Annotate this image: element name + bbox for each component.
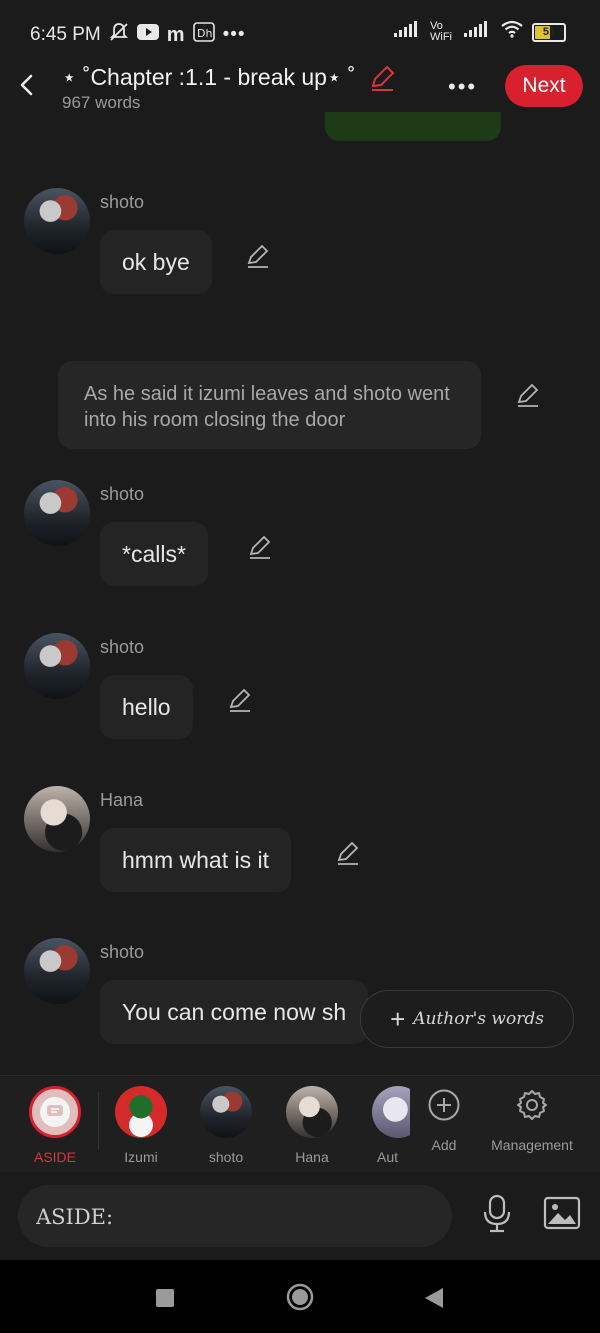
edit-message-icon[interactable] bbox=[335, 840, 361, 866]
avatar bbox=[372, 1086, 410, 1138]
home-button[interactable] bbox=[286, 1283, 314, 1316]
message-bubble[interactable]: *calls* bbox=[100, 522, 208, 586]
character-label: Izumi bbox=[124, 1149, 158, 1165]
character-label: Hana bbox=[295, 1149, 329, 1165]
aside-chat-icon bbox=[29, 1086, 81, 1138]
system-nav-bar bbox=[0, 1260, 600, 1333]
sender-name: shoto bbox=[100, 192, 145, 212]
character-aut[interactable]: Aut bbox=[360, 1086, 410, 1165]
mute-bell-icon bbox=[109, 22, 129, 48]
svg-text:Dh: Dh bbox=[197, 27, 212, 40]
divider bbox=[98, 1092, 99, 1150]
edit-message-icon[interactable] bbox=[247, 534, 273, 560]
character-izumi[interactable]: Izumi bbox=[104, 1086, 178, 1165]
signal-2-icon bbox=[464, 21, 492, 43]
image-icon bbox=[543, 1196, 581, 1230]
character-shoto[interactable]: shoto bbox=[189, 1086, 263, 1165]
sender-name: shoto bbox=[100, 637, 145, 657]
authors-words-label: Author's words bbox=[413, 1009, 544, 1029]
management-button[interactable]: Management bbox=[486, 1088, 578, 1153]
narration-text: As he said it izumi leaves and shoto wen… bbox=[84, 383, 450, 431]
character-bar: ASIDE Izumi shoto Hana Aut Add Managemen… bbox=[0, 1075, 600, 1174]
avatar[interactable] bbox=[24, 480, 90, 546]
avatar bbox=[200, 1086, 252, 1138]
management-label: Management bbox=[491, 1137, 573, 1153]
sender-name: Hana bbox=[100, 790, 144, 810]
message-input[interactable] bbox=[34, 1185, 438, 1249]
image-button[interactable] bbox=[543, 1196, 581, 1235]
next-button[interactable]: Next bbox=[505, 65, 583, 107]
character-label: Aut bbox=[376, 1149, 398, 1165]
message-input-container bbox=[18, 1185, 452, 1249]
avatar[interactable] bbox=[24, 188, 90, 254]
chapter-title[interactable]: ⋆ ˚Chapter :1.1 - break up⋆ ˚ bbox=[62, 64, 355, 91]
edit-message-icon[interactable] bbox=[245, 243, 271, 269]
character-hana[interactable]: Hana bbox=[275, 1086, 349, 1165]
avatar[interactable] bbox=[24, 633, 90, 699]
status-bar: 6:45 PM m Dh ••• Vo WiFi 51 bbox=[0, 0, 600, 66]
edit-message-icon[interactable] bbox=[227, 687, 253, 713]
youtube-icon bbox=[136, 24, 159, 46]
vowifi-label: Vo WiFi bbox=[430, 20, 452, 43]
more-notifications-icon: ••• bbox=[222, 24, 246, 45]
avatar[interactable] bbox=[24, 938, 90, 1004]
microphone-icon bbox=[483, 1194, 511, 1233]
character-label: ASIDE bbox=[33, 1149, 76, 1165]
authors-words-button[interactable]: + Author's words bbox=[360, 990, 574, 1048]
gear-icon bbox=[517, 1090, 547, 1120]
message-bubble[interactable]: ok bye bbox=[100, 230, 212, 294]
avatar[interactable] bbox=[24, 786, 90, 852]
signal-icon bbox=[394, 21, 422, 43]
messenger-m-icon: m bbox=[166, 23, 185, 46]
sender-name: shoto bbox=[100, 484, 145, 504]
wifi-icon bbox=[500, 20, 524, 44]
sender-name: shoto bbox=[100, 942, 145, 962]
narration-bubble[interactable]: As he said it izumi leaves and shoto wen… bbox=[58, 361, 481, 449]
message-bubble[interactable]: hello bbox=[100, 675, 193, 739]
message-bubble[interactable]: You can come now sh bbox=[100, 980, 369, 1044]
avatar bbox=[115, 1086, 167, 1138]
back-button[interactable] bbox=[14, 72, 40, 98]
microphone-button[interactable] bbox=[480, 1194, 514, 1239]
add-character-button[interactable]: Add bbox=[418, 1088, 470, 1153]
input-bar bbox=[0, 1172, 600, 1260]
status-time: 6:45 PM bbox=[30, 24, 101, 45]
character-aside[interactable]: ASIDE bbox=[18, 1086, 92, 1165]
more-options-button[interactable]: ••• bbox=[448, 74, 477, 100]
plus-icon: + bbox=[390, 1003, 406, 1034]
battery-icon: 51 bbox=[532, 22, 566, 42]
app-bar: ⋆ ˚Chapter :1.1 - break up⋆ ˚ 967 words … bbox=[0, 60, 600, 122]
edit-narration-icon[interactable] bbox=[515, 382, 541, 408]
previous-sent-bubble[interactable] bbox=[325, 112, 501, 141]
avatar bbox=[286, 1086, 338, 1138]
back-nav-button[interactable] bbox=[423, 1286, 445, 1315]
recents-button[interactable] bbox=[155, 1288, 175, 1313]
character-label: shoto bbox=[208, 1149, 244, 1165]
message-bubble[interactable]: hmm what is it bbox=[100, 828, 291, 892]
word-count: 967 words bbox=[62, 93, 141, 112]
add-label: Add bbox=[431, 1137, 457, 1153]
add-circle-icon bbox=[428, 1089, 460, 1121]
app-badge-icon: Dh bbox=[192, 22, 215, 48]
edit-title-icon[interactable] bbox=[368, 64, 396, 97]
